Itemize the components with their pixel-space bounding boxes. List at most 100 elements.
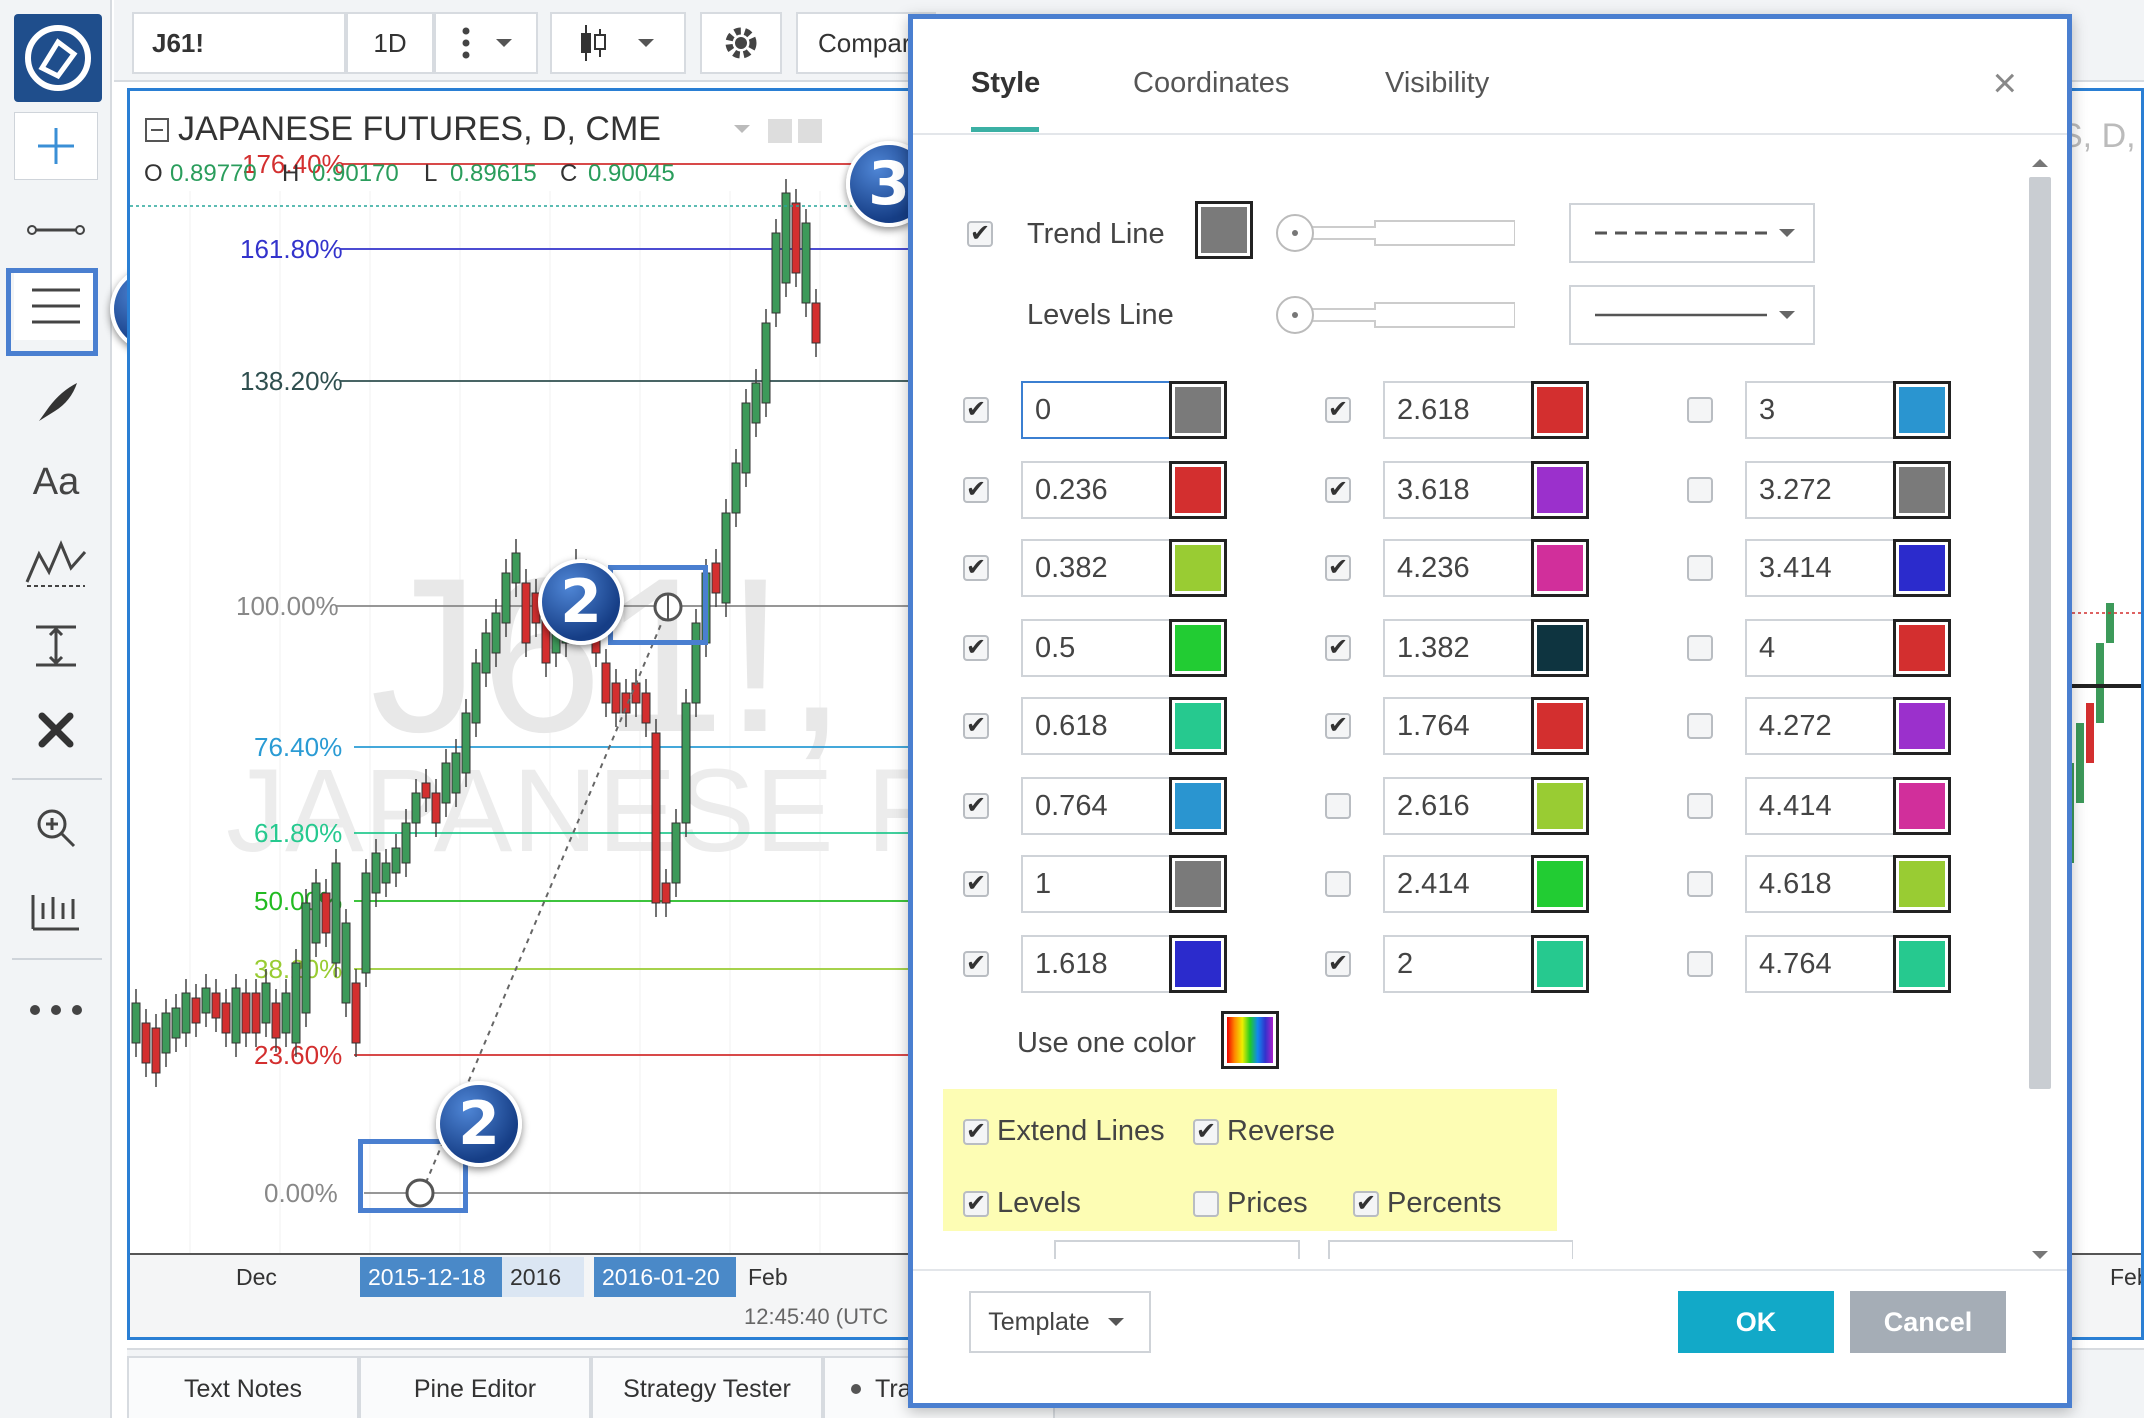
ok-button[interactable]: OK (1678, 1291, 1834, 1353)
interval-dropdown[interactable] (434, 12, 538, 74)
app-logo[interactable] (14, 14, 102, 102)
level-checkbox[interactable]: ✔ (1325, 713, 1351, 739)
toolbar-divider (12, 958, 102, 960)
level-checkbox[interactable]: ✔ (963, 871, 989, 897)
trend-line-tool[interactable] (14, 196, 98, 264)
settings-small-icon[interactable] (798, 119, 822, 143)
level-checkbox[interactable] (1325, 793, 1351, 819)
measure-tool[interactable] (14, 612, 98, 680)
trend-line-color-swatch[interactable] (1195, 201, 1253, 259)
level-checkbox[interactable]: ✔ (963, 477, 989, 503)
tab-style[interactable]: Style (971, 67, 1040, 100)
level-checkbox[interactable]: ✔ (963, 951, 989, 977)
level-checkbox[interactable] (1325, 871, 1351, 897)
level-color-swatch[interactable] (1169, 777, 1227, 835)
ohlc-h-value: 0.90170 (312, 160, 399, 187)
level-checkbox[interactable] (1687, 871, 1713, 897)
level-color-swatch[interactable] (1531, 855, 1589, 913)
level-checkbox[interactable]: ✔ (963, 635, 989, 661)
percents-checkbox[interactable]: ✔ (1353, 1191, 1379, 1217)
pattern-tool[interactable] (14, 528, 98, 596)
symbol-search-input[interactable]: J61! (132, 12, 346, 74)
chart-type-button[interactable] (550, 12, 686, 74)
level-color-swatch[interactable] (1531, 777, 1589, 835)
level-checkbox[interactable] (1687, 951, 1713, 977)
level-color-swatch[interactable] (1531, 381, 1589, 439)
interval-button[interactable]: 1D (346, 12, 434, 74)
level-color-swatch[interactable] (1531, 619, 1589, 677)
trend-line-width-slider[interactable] (1275, 213, 1515, 253)
chart-title: JAPANESE FUTURES, D, CME (178, 110, 661, 148)
tab-coordinates[interactable]: Coordinates (1133, 67, 1289, 100)
levels-line-width-slider[interactable] (1275, 295, 1515, 335)
level-color-swatch[interactable] (1531, 935, 1589, 993)
level-checkbox[interactable]: ✔ (1325, 477, 1351, 503)
close-icon[interactable]: × (1992, 59, 2017, 107)
level-checkbox[interactable] (1687, 477, 1713, 503)
trend-line-style-dropdown[interactable] (1569, 203, 1815, 263)
level-color-swatch[interactable] (1169, 855, 1227, 913)
level-color-swatch[interactable] (1893, 697, 1951, 755)
label-position-selects[interactable] (1053, 1235, 1573, 1259)
level-color-swatch[interactable] (1169, 461, 1227, 519)
level-color-swatch[interactable] (1531, 539, 1589, 597)
settings-button[interactable] (700, 12, 782, 74)
level-color-swatch[interactable] (1893, 539, 1951, 597)
level-checkbox[interactable] (1687, 713, 1713, 739)
extend-lines-checkbox[interactable]: ✔ (963, 1119, 989, 1145)
level-checkbox[interactable] (1687, 635, 1713, 661)
levels-checkbox[interactable]: ✔ (963, 1191, 989, 1217)
prices-checkbox[interactable] (1193, 1191, 1219, 1217)
level-checkbox[interactable]: ✔ (1325, 951, 1351, 977)
level-checkbox[interactable] (1687, 555, 1713, 581)
eye-icon[interactable] (768, 119, 792, 143)
tab-text-notes[interactable]: Text Notes (127, 1356, 359, 1418)
level-color-swatch[interactable] (1169, 539, 1227, 597)
level-checkbox[interactable]: ✔ (963, 793, 989, 819)
level-color-swatch[interactable] (1531, 697, 1589, 755)
levels-line-style-dropdown[interactable] (1569, 285, 1815, 345)
level-color-swatch[interactable] (1169, 697, 1227, 755)
level-checkbox[interactable]: ✔ (1325, 397, 1351, 423)
zoom-tool[interactable] (14, 794, 98, 862)
text-tool-icon: Aa (32, 460, 80, 503)
cancel-button[interactable]: Cancel (1850, 1291, 2006, 1353)
tab-pine-editor[interactable]: Pine Editor (359, 1356, 591, 1418)
tab-trading-label: Tra (875, 1374, 912, 1403)
level-checkbox[interactable] (1687, 793, 1713, 819)
tab-strategy-tester[interactable]: Strategy Tester (591, 1356, 823, 1418)
level-color-swatch[interactable] (1169, 619, 1227, 677)
level-color (1899, 941, 1945, 987)
level-color-swatch[interactable] (1893, 619, 1951, 677)
level-checkbox[interactable] (1687, 397, 1713, 423)
level-color-swatch[interactable] (1893, 935, 1951, 993)
level-color-swatch[interactable] (1893, 855, 1951, 913)
use-one-color-swatch[interactable] (1221, 1011, 1279, 1069)
brush-tool[interactable] (14, 368, 98, 436)
level-color-swatch[interactable] (1893, 461, 1951, 519)
trend-line-checkbox[interactable]: ✔ (967, 221, 993, 247)
close-x-icon (38, 712, 74, 748)
level-checkbox[interactable]: ✔ (963, 555, 989, 581)
level-checkbox[interactable]: ✔ (1325, 555, 1351, 581)
chevron-down-icon (1107, 1318, 1124, 1326)
level-checkbox[interactable]: ✔ (963, 397, 989, 423)
scrollbar-thumb[interactable] (2029, 177, 2051, 1089)
crosshair-tool[interactable] (14, 112, 98, 180)
tab-visibility[interactable]: Visibility (1385, 67, 1489, 100)
text-tool[interactable]: Aa (14, 448, 98, 516)
level-checkbox[interactable]: ✔ (1325, 635, 1351, 661)
template-button[interactable]: Template (969, 1291, 1151, 1353)
level-color-swatch[interactable] (1169, 935, 1227, 993)
reverse-checkbox[interactable]: ✔ (1193, 1119, 1219, 1145)
level-color (1175, 545, 1221, 591)
level-color-swatch[interactable] (1531, 461, 1589, 519)
level-color-swatch[interactable] (1893, 777, 1951, 835)
remove-drawings-tool[interactable] (14, 696, 98, 764)
ruler-tool[interactable] (14, 878, 98, 946)
title-chevron-icon[interactable] (734, 125, 750, 133)
level-color-swatch[interactable] (1169, 381, 1227, 439)
more-tools-button[interactable] (14, 976, 98, 1044)
level-color-swatch[interactable] (1893, 381, 1951, 439)
level-checkbox[interactable]: ✔ (963, 713, 989, 739)
